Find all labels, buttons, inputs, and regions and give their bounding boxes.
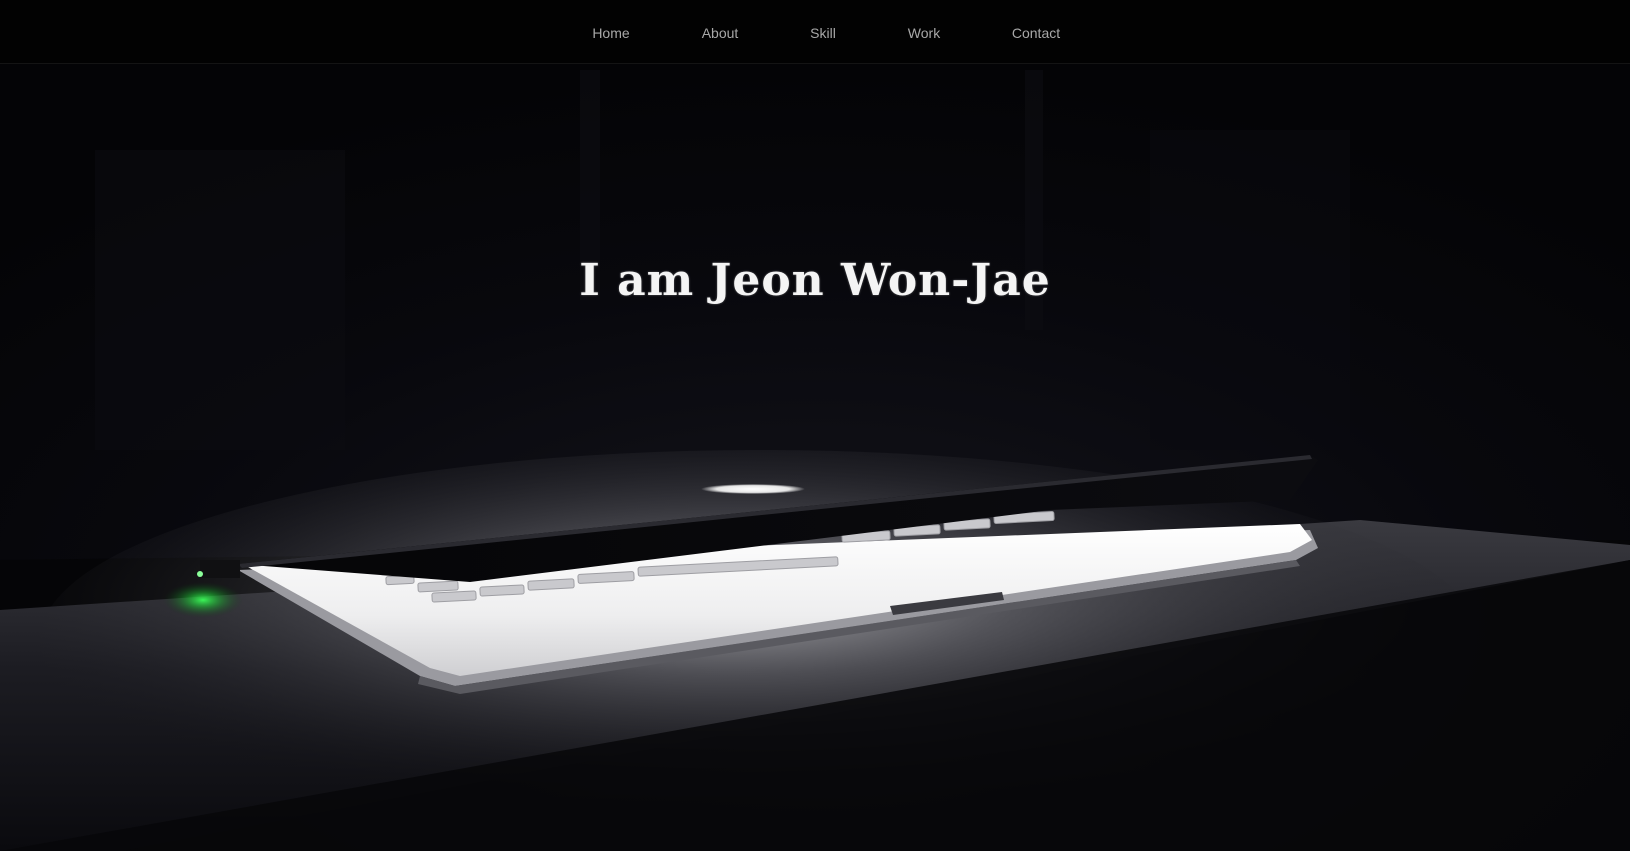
nav-home-link[interactable]: Home (592, 24, 629, 42)
top-navbar: Home About Skill Work Contact (0, 0, 1630, 64)
portfolio-page: Home About Skill Work Contact I am Jeon … (0, 0, 1630, 851)
nav-skill-link[interactable]: Skill (810, 24, 836, 42)
hero-section: I am Jeon Won-Jae (0, 64, 1630, 851)
hero-background-photo (0, 64, 1630, 851)
nav-work-link[interactable]: Work (908, 24, 940, 42)
nav-contact-link[interactable]: Contact (1012, 24, 1060, 42)
hero-title: I am Jeon Won-Jae (579, 255, 1051, 307)
nav-about-link[interactable]: About (702, 24, 739, 42)
